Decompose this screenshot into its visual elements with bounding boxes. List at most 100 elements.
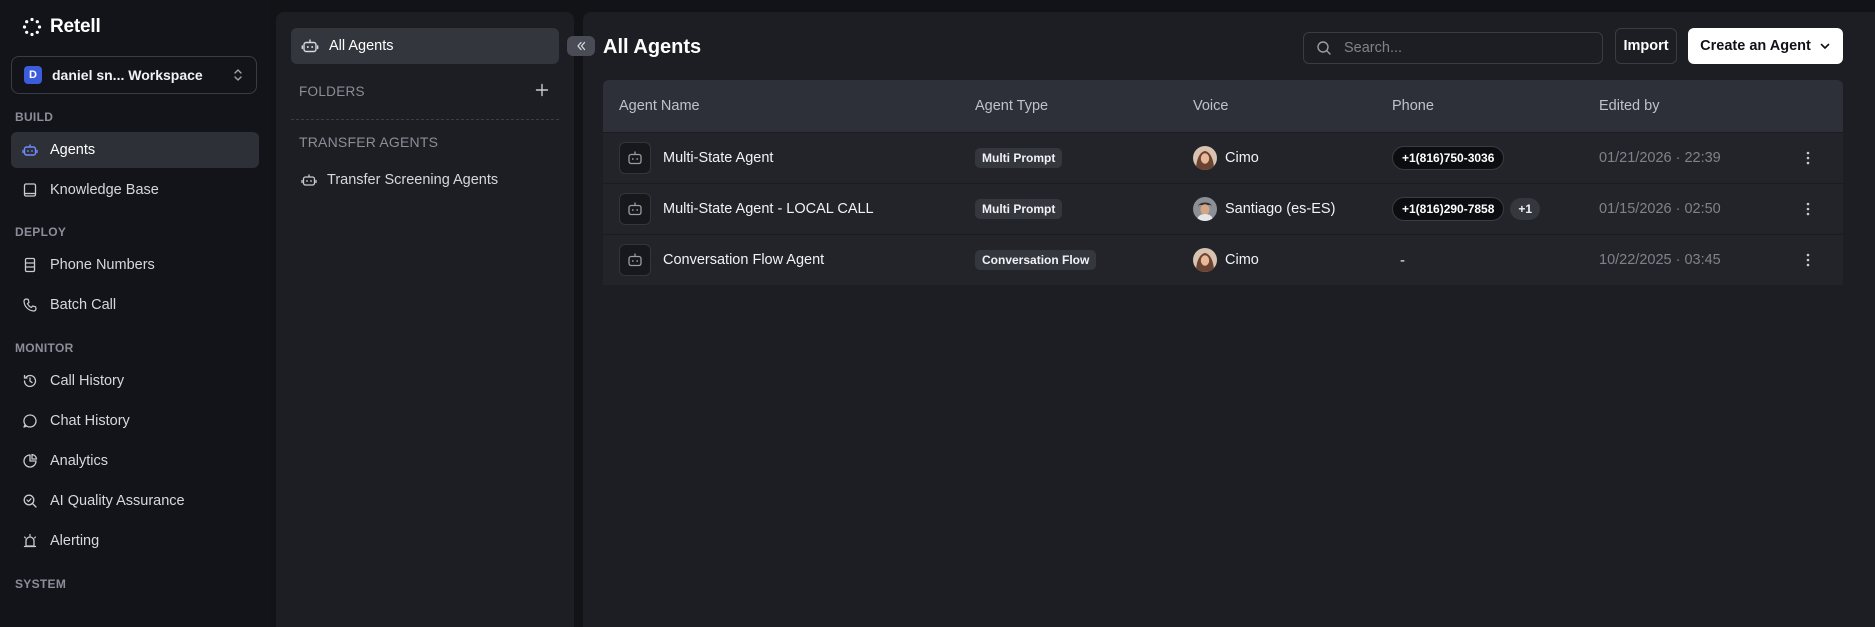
- pie-chart-icon: [23, 453, 38, 468]
- phone-icon: [23, 298, 37, 312]
- robot-icon: [301, 174, 317, 186]
- history-icon: [23, 374, 37, 388]
- agent-type-badge: Conversation Flow: [975, 250, 1097, 270]
- edited-timestamp: 01/15/2026 · 02:50: [1599, 201, 1721, 217]
- robot-icon: [628, 253, 642, 267]
- brand-name: Retell: [50, 16, 101, 37]
- retell-logo-icon: [22, 17, 42, 37]
- sidebar-item-phone-numbers[interactable]: Phone Numbers: [11, 247, 259, 283]
- edited-timestamp: 10/22/2025 · 03:45: [1599, 252, 1721, 268]
- voice-avatar-female: [1193, 146, 1217, 170]
- agent-avatar: [619, 244, 651, 276]
- section-label-monitor: MONITOR: [15, 341, 74, 355]
- brand[interactable]: Retell: [22, 16, 101, 38]
- sidebar-item-alerting[interactable]: Alerting: [11, 523, 259, 559]
- sidebar-item-label: Alerting: [50, 533, 100, 549]
- chevron-down-icon: [1820, 43, 1830, 49]
- agent-avatar: [619, 142, 651, 174]
- column-header-agent-name[interactable]: Agent Name: [619, 98, 700, 114]
- agents-table: Agent Name Agent Type Voice Phone Edited…: [603, 80, 1843, 285]
- folders-divider: [291, 119, 559, 120]
- phone-badge[interactable]: +1(816)290-7858: [1392, 197, 1505, 221]
- table-row[interactable]: Conversation Flow Agent Conversation Flo…: [603, 234, 1843, 285]
- app-root: Retell D daniel sn... Workspace BUILD Ag…: [0, 0, 1875, 627]
- agent-name[interactable]: Multi-State Agent: [663, 150, 773, 166]
- book-icon: [23, 183, 37, 197]
- phone-book-icon: [24, 257, 36, 273]
- sidebar-item-call-history[interactable]: Call History: [11, 363, 259, 399]
- sidebar-item-label: Agents: [50, 142, 96, 158]
- chat-icon: [23, 414, 37, 428]
- workspace-switcher[interactable]: D daniel sn... Workspace: [11, 56, 257, 94]
- folder-panel: All Agents FOLDERS TRANSFER AGENTS Trans…: [276, 12, 574, 627]
- voice-name: Cimo: [1225, 252, 1259, 268]
- workspace-badge: D: [24, 66, 42, 84]
- folders-heading: FOLDERS: [299, 84, 365, 99]
- column-header-voice[interactable]: Voice: [1193, 98, 1228, 114]
- sidebar-item-knowledge-base[interactable]: Knowledge Base: [11, 172, 259, 208]
- sidebar-item-label: Analytics: [50, 453, 109, 469]
- sidebar-item-agents[interactable]: Agents: [11, 132, 259, 168]
- all-agents-label: All Agents: [329, 38, 394, 54]
- phone-empty: -: [1400, 251, 1405, 269]
- robot-icon: [301, 39, 319, 53]
- sidebar-item-chat-history[interactable]: Chat History: [11, 403, 259, 439]
- sidebar-item-label: Batch Call: [50, 297, 117, 313]
- alarm-icon: [23, 533, 37, 548]
- sidebar: Retell D daniel sn... Workspace BUILD Ag…: [0, 0, 270, 627]
- create-agent-button[interactable]: Create an Agent: [1688, 28, 1843, 64]
- table-header: Agent Name Agent Type Voice Phone Edited…: [603, 80, 1843, 132]
- plus-icon[interactable]: [534, 82, 550, 98]
- robot-icon: [628, 202, 642, 216]
- search-box: [1303, 32, 1603, 64]
- robot-icon: [22, 144, 38, 156]
- all-agents-folder[interactable]: All Agents: [291, 28, 559, 64]
- column-header-edited-by[interactable]: Edited by: [1599, 98, 1659, 114]
- edited-timestamp: 01/21/2026 · 22:39: [1599, 150, 1721, 166]
- column-header-phone[interactable]: Phone: [1392, 98, 1434, 114]
- table-row[interactable]: Multi-State Agent - LOCAL CALL Multi Pro…: [603, 183, 1843, 234]
- sidebar-item-label: AI Quality Assurance: [50, 493, 185, 509]
- agent-type-badge: Multi Prompt: [975, 199, 1063, 219]
- search-input[interactable]: [1342, 39, 1586, 57]
- search-icon: [1317, 41, 1331, 55]
- voice-avatar-female: [1193, 248, 1217, 272]
- transfer-agents-heading: TRANSFER AGENTS: [299, 134, 439, 150]
- more-phones-badge[interactable]: +1: [1510, 198, 1541, 220]
- chevron-up-down-icon: [234, 69, 242, 81]
- table-row[interactable]: Multi-State Agent Multi Prompt Cimo +1(8…: [603, 132, 1843, 183]
- section-label-build: BUILD: [15, 110, 54, 124]
- robot-icon: [628, 151, 642, 165]
- sidebar-item-analytics[interactable]: Analytics: [11, 443, 259, 479]
- sidebar-item-ai-quality-assurance[interactable]: AI Quality Assurance: [11, 483, 259, 519]
- column-header-agent-type[interactable]: Agent Type: [975, 98, 1048, 114]
- voice-name: Cimo: [1225, 150, 1259, 166]
- sidebar-item-label: Chat History: [50, 413, 130, 429]
- import-button[interactable]: Import: [1615, 28, 1677, 64]
- sidebar-item-label: Knowledge Base: [50, 182, 159, 198]
- chevrons-left-icon: [577, 41, 586, 51]
- section-label-deploy: DEPLOY: [15, 225, 67, 239]
- create-agent-label: Create an Agent: [1700, 38, 1811, 54]
- agent-avatar: [619, 193, 651, 225]
- search-check-icon: [23, 494, 37, 508]
- more-vertical-icon[interactable]: [1799, 251, 1817, 269]
- page-title: All Agents: [603, 36, 702, 58]
- agent-name[interactable]: Conversation Flow Agent: [663, 252, 824, 268]
- more-vertical-icon[interactable]: [1799, 149, 1817, 167]
- voice-name: Santiago (es-ES): [1225, 201, 1336, 217]
- main-panel: All Agents Import Create an Agent Agent …: [583, 12, 1875, 627]
- sidebar-item-label: Phone Numbers: [50, 257, 155, 273]
- sidebar-item-label: Call History: [50, 373, 125, 389]
- transfer-item-label: Transfer Screening Agents: [327, 172, 499, 188]
- agent-name[interactable]: Multi-State Agent - LOCAL CALL: [663, 201, 874, 217]
- phone-badge[interactable]: +1(816)750-3036: [1392, 146, 1505, 170]
- collapse-folders-button[interactable]: [567, 36, 595, 56]
- agent-type-badge: Multi Prompt: [975, 148, 1063, 168]
- more-vertical-icon[interactable]: [1799, 200, 1817, 218]
- section-label-system: SYSTEM: [15, 577, 67, 591]
- workspace-name: daniel sn... Workspace: [52, 67, 203, 83]
- transfer-screening-agents-item[interactable]: Transfer Screening Agents: [291, 166, 498, 194]
- sidebar-item-batch-call[interactable]: Batch Call: [11, 287, 259, 323]
- voice-avatar-male: [1193, 197, 1217, 221]
